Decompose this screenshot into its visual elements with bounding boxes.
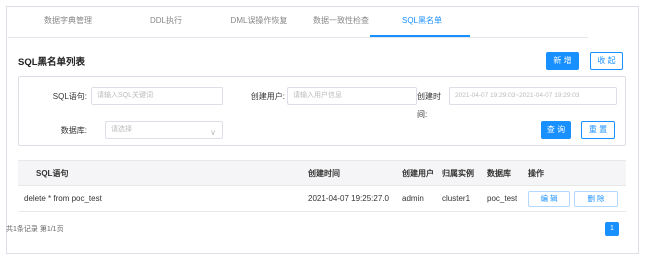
- user-input[interactable]: 请输入用户信息: [287, 87, 417, 105]
- time-label-cont: 间:: [417, 110, 428, 119]
- table-row: delete * from poc_test 2021-04-07 19:25:…: [18, 186, 626, 212]
- db-label: 数据库:: [60, 126, 87, 135]
- sql-input[interactable]: 请输入SQL关键词: [91, 87, 223, 105]
- col-database: 数据库: [487, 169, 511, 178]
- page-number-button[interactable]: 1: [605, 222, 619, 236]
- delete-button[interactable]: 删 除: [574, 191, 618, 207]
- col-create-user: 创建用户: [402, 169, 434, 178]
- cell-database: poc_test: [487, 194, 518, 203]
- tab-data-dictionary[interactable]: 数据字典管理: [20, 8, 116, 38]
- time-range-input[interactable]: 2021-04-07 19:29:03~2021-04-07 19:29:03: [449, 87, 617, 105]
- page-title: SQL黑名单列表: [18, 57, 86, 68]
- active-tab-indicator: [370, 35, 470, 37]
- search-panel: SQL语句: 请输入SQL关键词 创建用户: 请输入用户信息 创建时 间: 20…: [18, 76, 626, 146]
- col-create-time: 创建时间: [308, 169, 340, 178]
- add-button[interactable]: 新 增: [546, 52, 579, 70]
- pagination-summary: 共1条记录 第1/1页: [6, 226, 64, 233]
- tab-sql-blacklist[interactable]: SQL黑名单: [374, 8, 470, 38]
- sql-label: SQL语句:: [52, 92, 87, 101]
- table-header: SQL语句 创建时间 创建用户 归属实例 数据库 操作: [18, 160, 626, 186]
- db-select[interactable]: 请选择 ∨: [105, 121, 223, 139]
- cell-sql: delete * from poc_test: [24, 194, 102, 203]
- edit-button[interactable]: 编 辑: [528, 191, 570, 207]
- col-actions: 操作: [528, 169, 544, 178]
- reset-button[interactable]: 重 置: [581, 121, 615, 139]
- cell-instance: cluster1: [442, 194, 471, 203]
- db-select-placeholder: 请选择: [111, 126, 132, 133]
- col-instance: 归属实例: [442, 169, 474, 178]
- time-label: 创建时: [417, 92, 441, 101]
- tab-bar: 数据字典管理 DDL执行 DML误操作恢复 数据一致性检查 SQL黑名单: [8, 8, 588, 38]
- collapse-button[interactable]: 收 起: [590, 52, 623, 70]
- cell-create-user: admin: [402, 194, 424, 203]
- user-label: 创建用户:: [250, 92, 285, 101]
- chevron-down-icon: ∨: [210, 128, 216, 137]
- query-button[interactable]: 查 询: [541, 121, 571, 139]
- tab-ddl-execution[interactable]: DDL执行: [118, 8, 214, 38]
- cell-create-time: 2021-04-07 19:25:27.0: [308, 194, 389, 203]
- col-sql: SQL语句: [36, 169, 69, 178]
